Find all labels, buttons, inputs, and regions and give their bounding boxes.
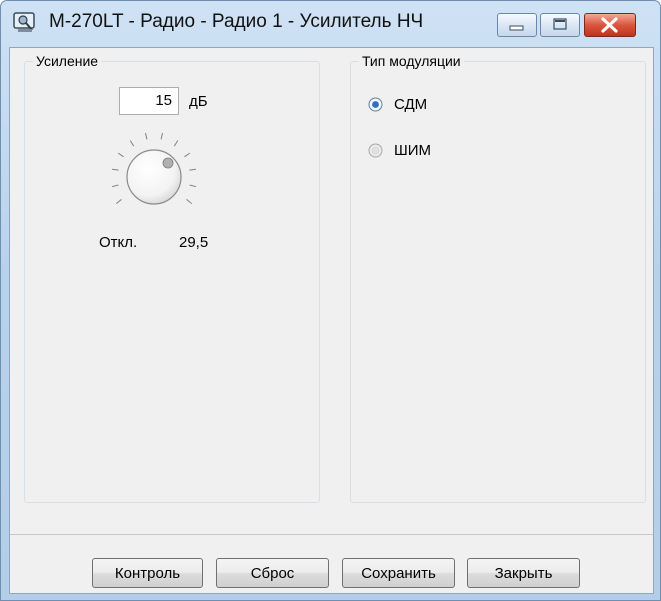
- knob-max-label: 29,5: [179, 234, 209, 251]
- radio-selected-icon: [368, 97, 383, 111]
- close-button[interactable]: Закрыть: [467, 558, 580, 588]
- maximize-button[interactable]: [540, 13, 580, 37]
- save-button[interactable]: Сохранить: [342, 558, 455, 588]
- close-icon: [601, 17, 618, 33]
- minimize-button[interactable]: [497, 13, 537, 37]
- radio-unselected-icon: [368, 143, 383, 157]
- dialog-body: Усиление 15 дБ Откл. 29,5 Тип модуляции …: [9, 47, 654, 594]
- gain-group-label: Усиление: [33, 53, 102, 69]
- minimize-icon: [509, 25, 524, 31]
- reset-button[interactable]: Сброс: [216, 558, 329, 588]
- maximize-icon: [553, 18, 567, 30]
- modulation-group: Тип модуляции СДМ ШИМ: [350, 53, 646, 503]
- modulation-group-label: Тип модуляции: [359, 53, 464, 69]
- app-icon[interactable]: [13, 12, 37, 34]
- knob-min-label: Откл.: [99, 234, 138, 251]
- radio-shim[interactable]: ШИМ: [368, 140, 431, 160]
- radio-shim-label: ШИМ: [394, 141, 432, 159]
- gain-group: Усиление 15 дБ Откл. 29,5: [24, 53, 320, 503]
- gain-value-field[interactable]: 15: [119, 87, 179, 115]
- gain-knob[interactable]: [99, 117, 209, 227]
- gain-unit-label: дБ: [189, 93, 208, 110]
- footer-separator: [10, 534, 653, 535]
- title-bar[interactable]: M-270LT - Радио - Радио 1 - Усилитель НЧ: [1, 1, 660, 45]
- radio-sdm[interactable]: СДМ: [368, 94, 427, 114]
- close-window-button[interactable]: [584, 13, 636, 37]
- app-window: M-270LT - Радио - Радио 1 - Усилитель НЧ…: [0, 0, 661, 601]
- control-button[interactable]: Контроль: [92, 558, 203, 588]
- window-title: M-270LT - Радио - Радио 1 - Усилитель НЧ: [49, 11, 424, 32]
- radio-sdm-label: СДМ: [394, 95, 428, 113]
